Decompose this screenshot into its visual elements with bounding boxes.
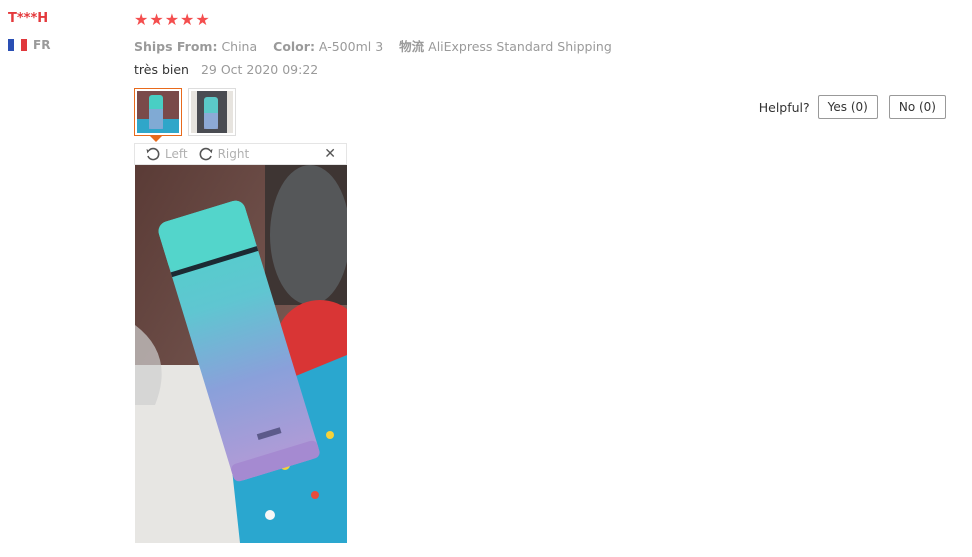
review-text: très bien	[134, 62, 189, 77]
star-icon: ★	[164, 10, 180, 29]
review-body: très bien 29 Oct 2020 09:22	[134, 62, 318, 77]
star-rating: ★ ★ ★ ★ ★	[134, 10, 210, 30]
review-date: 29 Oct 2020 09:22	[200, 62, 319, 77]
helpful-yes-button[interactable]: Yes (0)	[817, 95, 878, 119]
review-card: T***H FR ★ ★ ★ ★ ★ Ships From: China Col…	[0, 0, 972, 557]
ships-from-label: Ships From:	[134, 39, 218, 54]
rotate-right-icon	[199, 147, 213, 161]
helpful-no-button[interactable]: No (0)	[888, 95, 946, 119]
review-photo-thumbnail-2[interactable]	[188, 88, 236, 136]
reviewer-name: T***H	[8, 11, 49, 26]
review-photo-large	[135, 165, 347, 543]
color-value: A-500ml 3	[318, 39, 384, 54]
star-icon: ★	[134, 10, 149, 29]
rotate-left-icon	[146, 147, 160, 161]
star-icon: ★	[195, 10, 210, 29]
rotate-left-label: Left	[165, 147, 188, 161]
logistics-label: 物流	[399, 39, 425, 54]
bottle-photo	[135, 165, 347, 543]
photo-viewer-toolbar: Left Right ✕	[134, 143, 347, 165]
close-viewer-button[interactable]: ✕	[324, 147, 336, 161]
review-photo-thumbnails	[134, 88, 236, 142]
logistics-value: AliExpress Standard Shipping	[428, 39, 612, 54]
helpful-vote: Helpful? Yes (0) No (0)	[759, 95, 946, 119]
rotate-right-label: Right	[217, 147, 250, 161]
reviewer-country: FR	[8, 38, 50, 52]
rotate-right-button[interactable]: Right	[198, 146, 250, 162]
color-label: Color:	[273, 39, 315, 54]
ships-from-value: China	[221, 39, 258, 54]
star-icon: ★	[149, 10, 164, 29]
rotate-left-button[interactable]: Left	[145, 146, 188, 162]
bottle-photo-thumbnail	[191, 91, 233, 133]
country-code: FR	[33, 38, 51, 52]
star-icon: ★	[180, 10, 195, 29]
france-flag-icon	[8, 39, 27, 51]
review-photo-thumbnail-1[interactable]	[134, 88, 182, 142]
helpful-label: Helpful?	[758, 99, 810, 115]
bottle-photo-thumbnail	[137, 91, 179, 133]
order-details: Ships From: China Color: A-500ml 3 物流 Al…	[134, 36, 612, 55]
